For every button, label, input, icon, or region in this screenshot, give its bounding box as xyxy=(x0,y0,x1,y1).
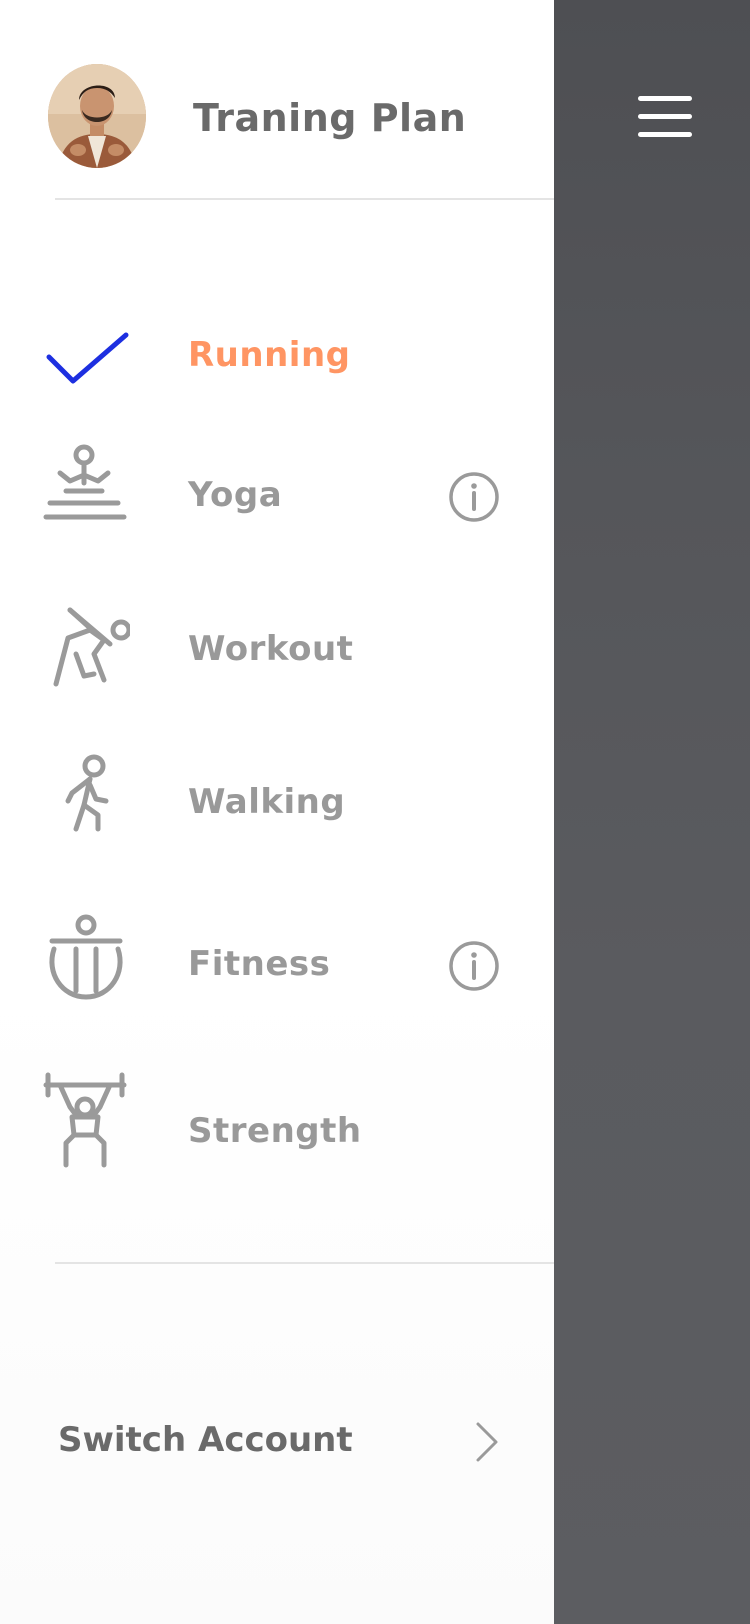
menu-item-label: Walking xyxy=(188,782,346,822)
app-screen: Traning Plan Running Yoga Workout Walkin… xyxy=(0,0,750,1624)
switch-account-label: Switch Account xyxy=(58,1420,353,1460)
walking-icon xyxy=(65,754,109,832)
menu-item-running[interactable]: Running xyxy=(0,295,554,415)
menu-item-label: Yoga xyxy=(188,475,283,515)
drawer-title: Traning Plan xyxy=(193,96,467,140)
menu-item-walking[interactable]: Walking xyxy=(0,744,554,864)
switch-account-button[interactable]: Switch Account xyxy=(0,1400,554,1480)
header-divider xyxy=(55,198,554,200)
avatar-image xyxy=(48,64,146,168)
strength-icon xyxy=(43,1072,127,1168)
footer-divider xyxy=(55,1262,554,1264)
menu-item-label: Fitness xyxy=(188,944,331,984)
chevron-right-icon xyxy=(476,1422,498,1462)
menu-item-strength[interactable]: Strength xyxy=(0,1071,554,1191)
info-icon[interactable] xyxy=(448,940,500,992)
hamburger-menu-icon[interactable] xyxy=(638,96,694,138)
content-overlay[interactable] xyxy=(554,0,750,1624)
menu-item-workout[interactable]: Workout xyxy=(0,595,554,715)
checkmark-icon xyxy=(46,332,129,384)
navigation-drawer: Traning Plan Running Yoga Workout Walkin… xyxy=(0,0,554,1624)
info-icon[interactable] xyxy=(448,471,500,523)
avatar[interactable] xyxy=(48,64,146,168)
menu-item-label: Running xyxy=(188,335,351,375)
menu-item-fitness[interactable]: Fitness xyxy=(0,906,554,1026)
fitness-icon xyxy=(49,914,123,1000)
menu-item-label: Workout xyxy=(188,629,354,669)
workout-icon xyxy=(53,607,130,687)
menu-item-label: Strength xyxy=(188,1111,362,1151)
menu-item-yoga[interactable]: Yoga xyxy=(0,437,554,557)
yoga-icon xyxy=(43,444,127,520)
